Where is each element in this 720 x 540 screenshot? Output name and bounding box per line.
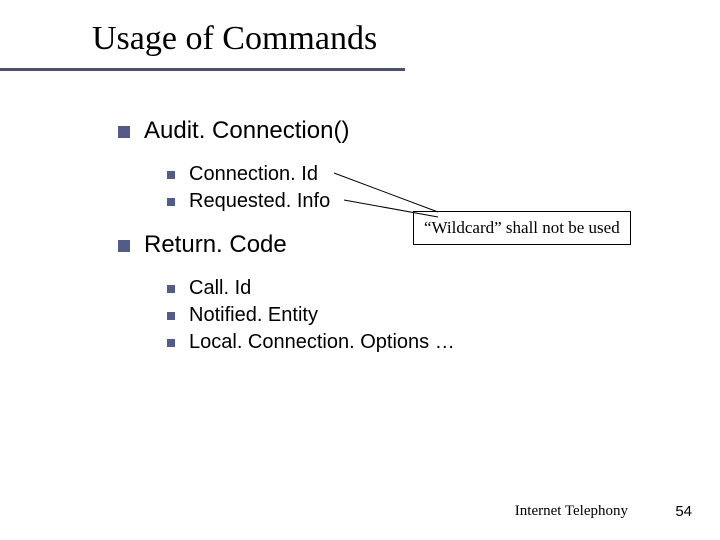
bullet-return-code: Return. Code (118, 231, 287, 259)
bullet-connection-id: Connection. Id (167, 163, 318, 186)
text: Call. Id (189, 277, 251, 299)
title-underline (0, 68, 405, 71)
square-bullet-icon (118, 240, 130, 252)
bullet-local-connection-options: Local. Connection. Options … (167, 331, 455, 354)
text: Requested. Info (189, 190, 330, 212)
page-number: 54 (675, 503, 692, 520)
square-bullet-icon (167, 198, 175, 206)
callout-wildcard: “Wildcard” shall not be used (413, 211, 631, 245)
slide-title: Usage of Commands (92, 20, 377, 58)
bullet-call-id: Call. Id (167, 277, 251, 300)
square-bullet-icon (167, 285, 175, 293)
text: Return. Code (144, 231, 287, 258)
bullet-requested-info: Requested. Info (167, 190, 330, 213)
bullet-audit-connection: Audit. Connection() (118, 117, 349, 145)
footer-label: Internet Telephony (515, 503, 628, 520)
text: Notified. Entity (189, 304, 318, 326)
square-bullet-icon (167, 312, 175, 320)
text: Connection. Id (189, 163, 318, 185)
square-bullet-icon (167, 171, 175, 179)
square-bullet-icon (118, 126, 130, 138)
text: Local. Connection. Options … (189, 331, 455, 353)
bullet-notified-entity: Notified. Entity (167, 304, 318, 327)
text: Audit. Connection() (144, 117, 349, 144)
connector-lines (0, 0, 720, 540)
square-bullet-icon (167, 339, 175, 347)
slide: Usage of Commands Audit. Connection() Co… (0, 0, 720, 540)
